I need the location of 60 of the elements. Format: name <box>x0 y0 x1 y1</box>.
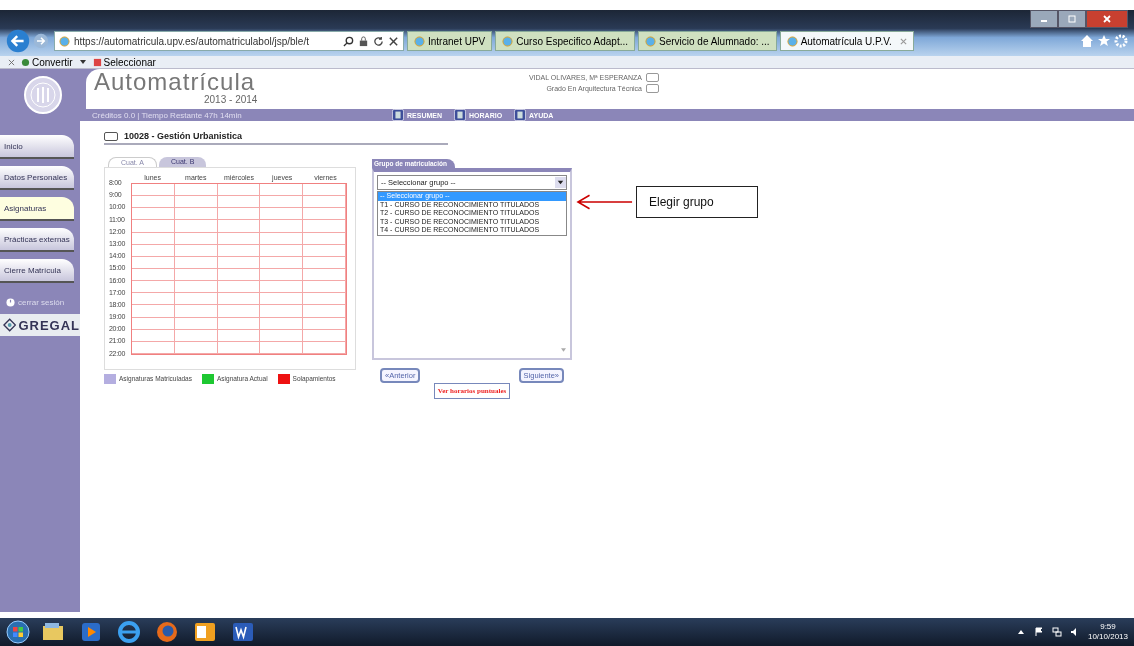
maximize-icon <box>1067 14 1077 24</box>
start-button[interactable] <box>6 620 30 644</box>
browser-tab[interactable]: Curso Especifico Adapt... <box>495 31 635 51</box>
flag-icon[interactable] <box>1033 627 1044 637</box>
clock[interactable]: 9:59 10/10/2013 <box>1087 622 1128 642</box>
globe-icon <box>502 35 514 47</box>
subject-title: 10028 - Gestión Urbanistica <box>124 131 243 141</box>
address-bar[interactable]: https://automatricula.upv.es/automatriculabol/jsp/ble/t <box>54 31 404 51</box>
callout-box: Elegir grupo <box>636 186 758 218</box>
url-text: https://automatricula.upv.es/automatriculabol/jsp/ble/t <box>74 35 310 47</box>
document-icon <box>392 109 404 121</box>
convert-icon <box>21 57 30 67</box>
checkbox[interactable] <box>646 73 659 82</box>
home-icon[interactable] <box>1080 34 1094 48</box>
sidebar-tab[interactable]: Prácticas externas <box>0 228 74 252</box>
university-seal-icon <box>23 75 63 115</box>
tab-label: Servicio de Alumnado: ... <box>659 35 770 47</box>
document-icon <box>454 109 466 121</box>
arrow-icon <box>576 192 634 212</box>
minimize-button[interactable] <box>1030 10 1058 28</box>
globe-icon <box>414 35 425 47</box>
settings-icon[interactable] <box>1114 34 1128 48</box>
maximize-button[interactable] <box>1058 10 1086 28</box>
sidebar-tab[interactable]: Inicio <box>0 135 74 159</box>
globe-icon <box>645 35 656 47</box>
star-icon[interactable] <box>1097 34 1111 48</box>
tab-label: Intranet UPV <box>428 35 486 47</box>
dropdown-arrow-icon[interactable] <box>555 177 566 188</box>
network-icon[interactable] <box>1051 627 1062 637</box>
convert-button[interactable]: Convertir <box>21 56 73 68</box>
academic-year: 2013 - 2014 <box>204 95 259 105</box>
globe-icon <box>786 35 798 47</box>
browser-tab[interactable]: Automatrícula U.P.V. <box>779 31 914 51</box>
select-icon <box>92 57 102 67</box>
close-icon <box>1102 14 1112 24</box>
credits-time-info: Créditos 0.0 | Tiempo Restante 47h 14min <box>92 110 243 120</box>
globe-icon <box>59 35 70 47</box>
tab-label: Curso Especifico Adapt... <box>516 35 628 47</box>
gregal-logo: GREGAL <box>0 314 80 336</box>
refresh-icon[interactable] <box>373 35 384 47</box>
search-icon[interactable] <box>343 35 354 47</box>
document-icon <box>514 109 527 121</box>
forward-icon[interactable] <box>33 33 49 49</box>
power-icon <box>6 298 15 307</box>
tab-label: Automatrícula U.P.V. <box>800 35 892 47</box>
app-title: Automatrícula <box>94 69 257 95</box>
sidebar-tab[interactable]: Asignaturas <box>0 197 74 221</box>
checkbox[interactable] <box>646 84 659 93</box>
select-button[interactable]: Seleccionar <box>92 56 156 68</box>
close-icon[interactable] <box>388 35 399 47</box>
diamond-icon <box>3 318 17 332</box>
back-icon[interactable] <box>6 29 30 53</box>
close-button[interactable] <box>1086 10 1128 28</box>
lock-icon <box>358 35 369 47</box>
sidebar-tab[interactable]: Datos Personales <box>0 166 74 190</box>
sidebar-tab[interactable]: Cierre Matrícula <box>0 259 74 283</box>
browser-tab[interactable]: Intranet UPV <box>407 31 493 51</box>
caret-icon[interactable] <box>78 58 87 66</box>
checkbox[interactable] <box>104 131 118 141</box>
browser-tab[interactable]: Servicio de Alumnado: ... <box>638 31 777 51</box>
